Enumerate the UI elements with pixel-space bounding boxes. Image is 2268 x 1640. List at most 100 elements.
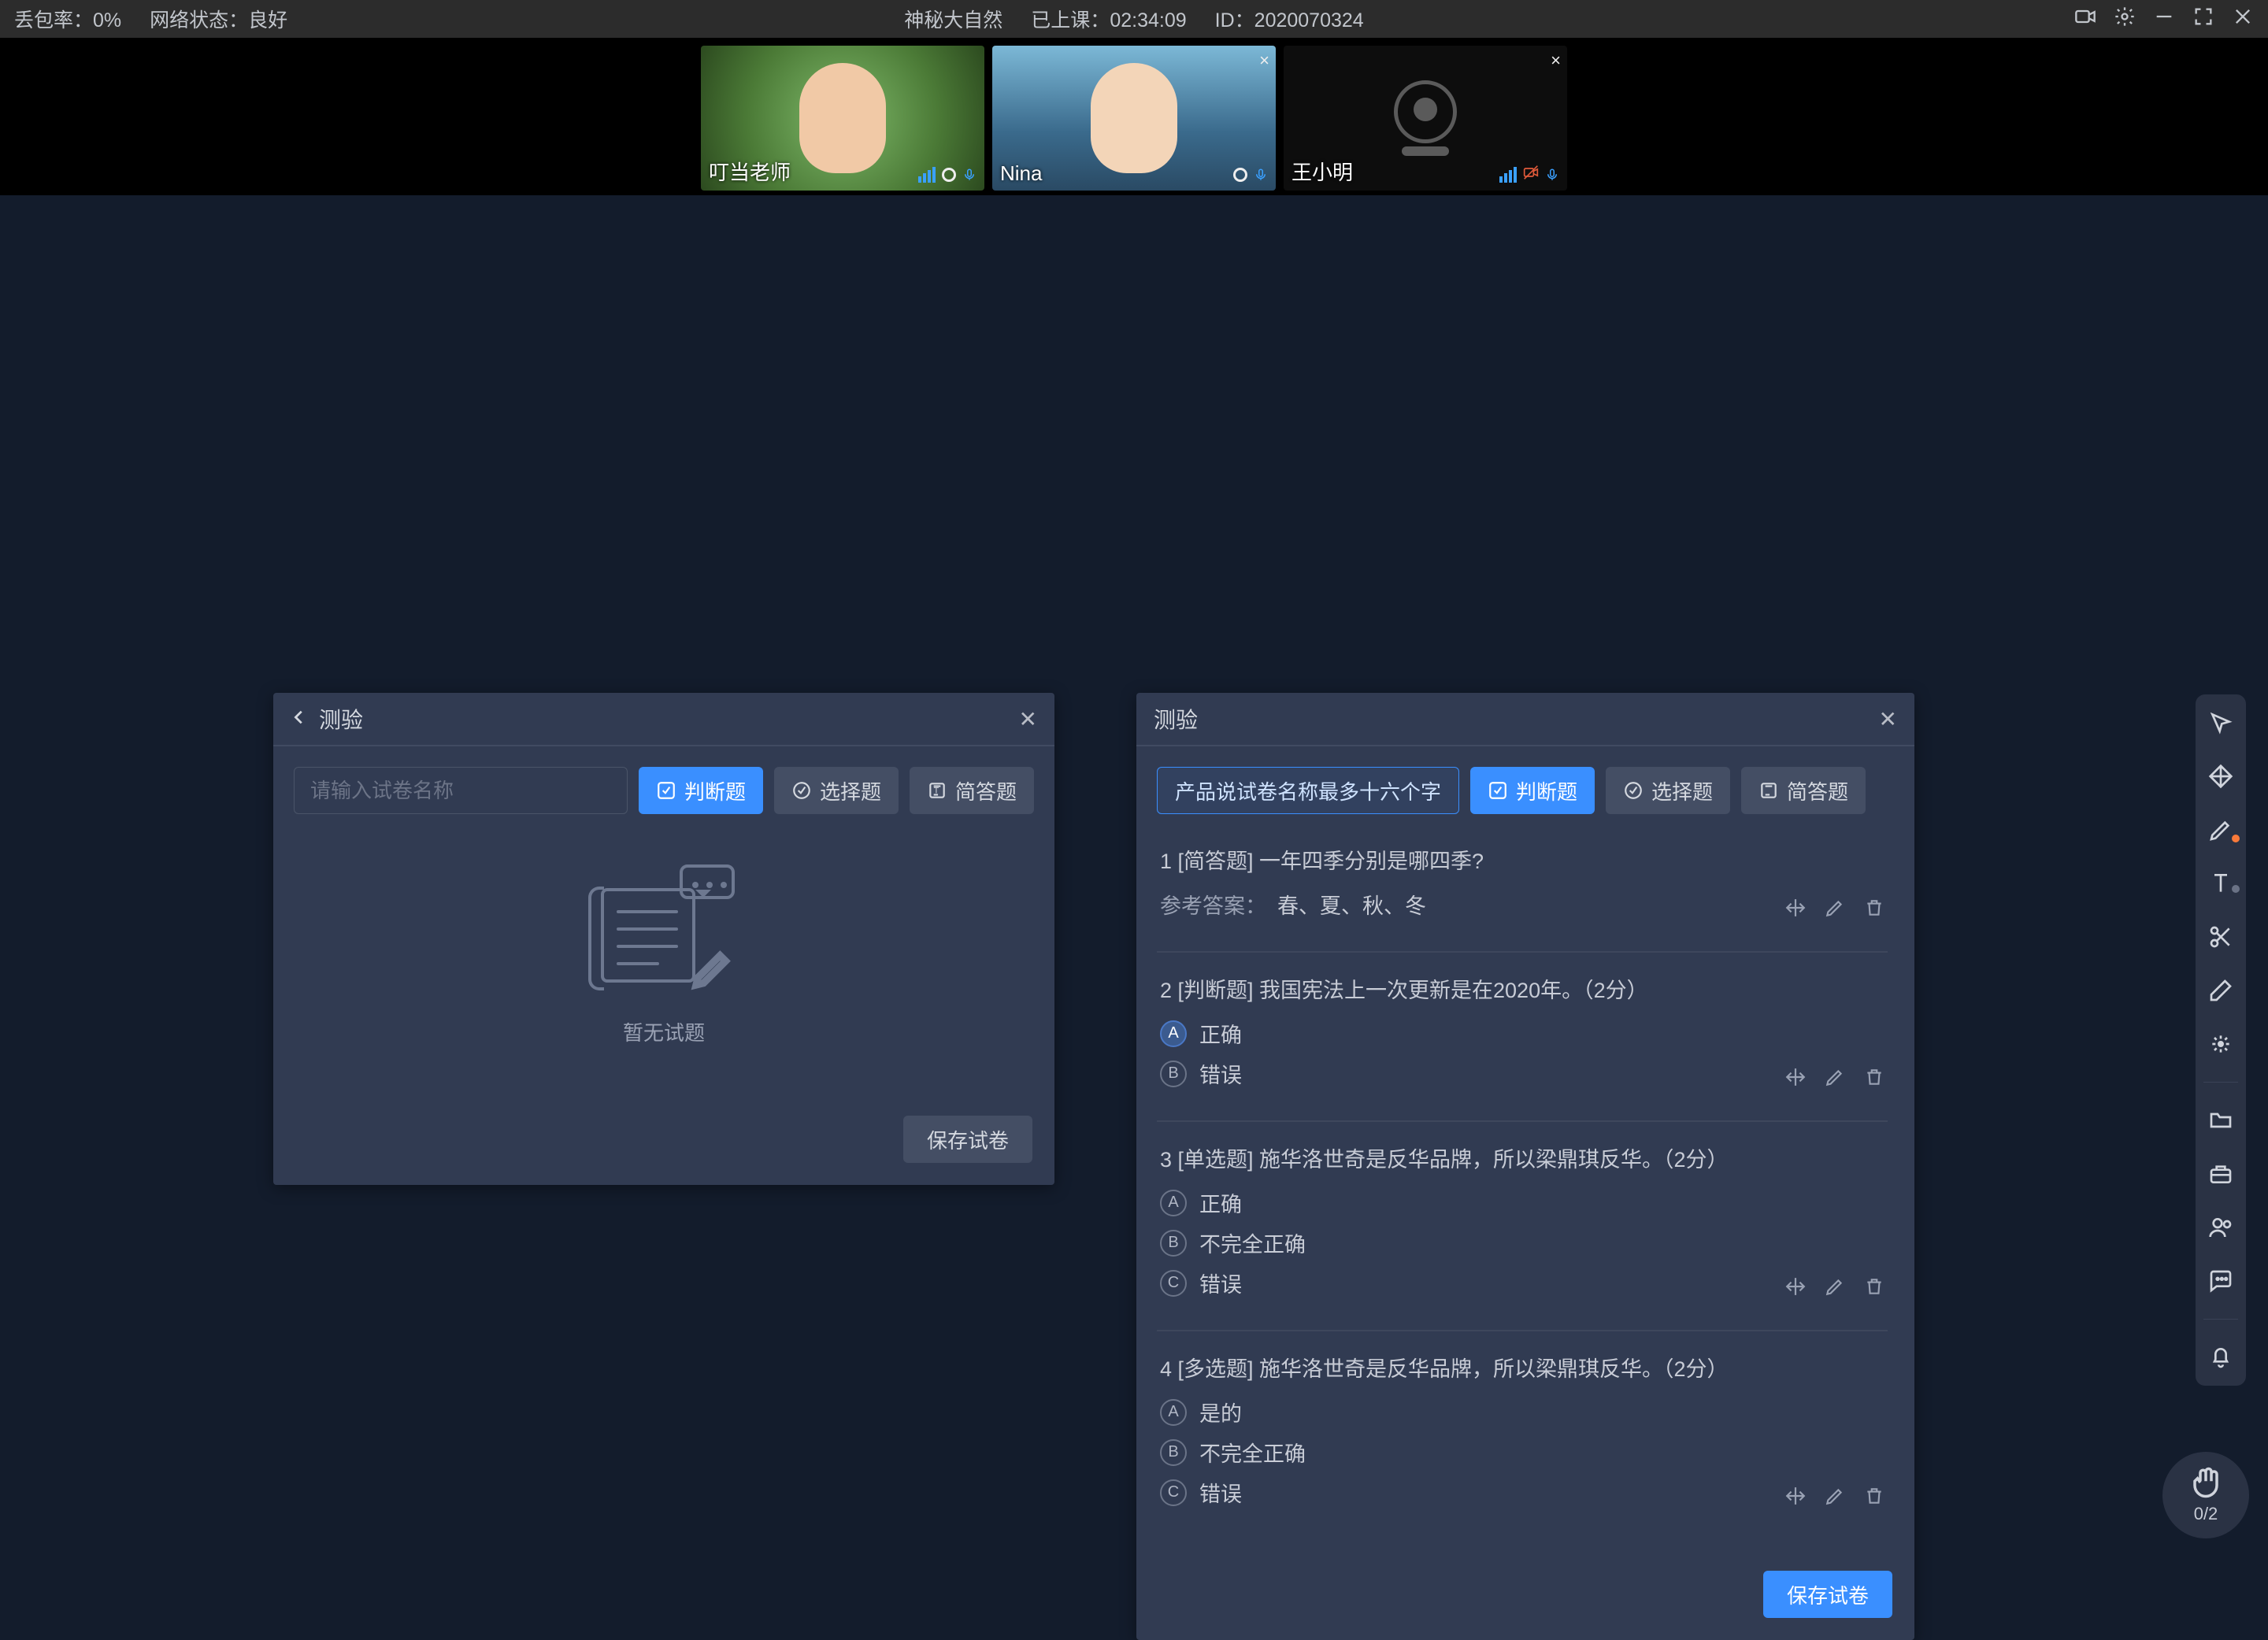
camera-muted-icon <box>1523 165 1539 184</box>
move-icon[interactable] <box>1785 1067 1806 1093</box>
eraser-tool-icon[interactable] <box>2205 975 2236 1006</box>
signal-icon <box>918 167 936 183</box>
option-text: 错误 <box>1199 1268 1242 1298</box>
choice-type-button[interactable]: 选择题 <box>1606 767 1730 814</box>
text-tool-icon[interactable] <box>2205 868 2236 899</box>
folder-icon[interactable] <box>2205 1105 2236 1136</box>
record-icon <box>1233 168 1247 182</box>
scissors-tool-icon[interactable] <box>2205 921 2236 953</box>
option-row[interactable]: B 错误 <box>1160 1058 1242 1089</box>
close-icon[interactable]: × <box>1259 50 1269 71</box>
pen-tool-icon[interactable] <box>2205 814 2236 846</box>
video-tile-student[interactable]: × Nina <box>992 46 1276 191</box>
signal-icon <box>1499 167 1517 183</box>
pointer-tool-icon[interactable] <box>2205 707 2236 739</box>
option-text: 正确 <box>1199 1187 1242 1218</box>
option-label: B <box>1160 1439 1187 1466</box>
participant-name: Nina <box>1000 161 1042 186</box>
edit-icon[interactable] <box>1825 898 1845 924</box>
hand-raise-badge[interactable]: 0/2 <box>2162 1452 2249 1538</box>
option-label: C <box>1160 1479 1187 1506</box>
option-text: 错误 <box>1199 1477 1242 1508</box>
option-label: A <box>1160 1020 1187 1047</box>
close-icon[interactable]: ✕ <box>1879 706 1897 732</box>
save-paper-button[interactable]: 保存试卷 <box>903 1116 1032 1163</box>
mic-icon <box>1254 165 1268 184</box>
chat-icon[interactable] <box>2205 1265 2236 1297</box>
video-tile-camera-off[interactable]: × 王小明 <box>1284 46 1567 191</box>
option-text: 正确 <box>1199 1018 1242 1049</box>
close-icon[interactable]: × <box>1551 50 1561 71</box>
delete-icon[interactable] <box>1864 1067 1884 1093</box>
option-label: A <box>1160 1190 1187 1216</box>
option-text: 不完全正确 <box>1199 1227 1306 1258</box>
short-answer-type-button[interactable]: 简答题 <box>1741 767 1866 814</box>
svg-text:T: T <box>934 786 939 795</box>
edit-icon[interactable] <box>1825 1276 1845 1302</box>
minimize-icon[interactable] <box>2153 6 2175 33</box>
move-icon[interactable] <box>1785 1486 1806 1512</box>
quiz-panel-empty: 测验 ✕ 判断题 选择题 T 简答题 <box>273 693 1054 1185</box>
mic-icon <box>1545 165 1559 184</box>
move-icon[interactable] <box>1785 1276 1806 1302</box>
users-icon[interactable] <box>2205 1212 2236 1243</box>
delete-icon[interactable] <box>1864 1486 1884 1512</box>
toolbox-icon[interactable] <box>2205 1158 2236 1190</box>
elapsed-time: 已上课：02:34:09 <box>1031 5 1186 33</box>
empty-illustration-icon <box>593 864 735 998</box>
panel-title: 测验 <box>1154 703 1198 735</box>
paper-name-display[interactable]: 产品说试卷名称最多十六个字 <box>1157 767 1459 814</box>
option-label: A <box>1160 1399 1187 1426</box>
option-row[interactable]: C 错误 <box>1160 1477 1242 1508</box>
fullscreen-icon[interactable] <box>2192 6 2214 33</box>
option-row[interactable]: A 正确 <box>1160 1187 1884 1218</box>
move-icon[interactable] <box>1785 898 1806 924</box>
option-text: 不完全正确 <box>1199 1437 1306 1468</box>
question-item: 4 [多选题] 施华洛世奇是反华品牌，所以梁鼎琪反华。（2分） A 是的 B 不… <box>1157 1341 1888 1539</box>
delete-icon[interactable] <box>1864 1276 1884 1302</box>
participant-name: 王小明 <box>1292 157 1353 186</box>
laser-tool-icon[interactable] <box>2205 1028 2236 1060</box>
edit-icon[interactable] <box>1825 1067 1845 1093</box>
right-toolbar <box>2196 694 2246 1386</box>
question-title: 1 [简答题] 一年四季分别是哪四季? <box>1160 844 1884 875</box>
question-item: 3 [单选题] 施华洛世奇是反华品牌，所以梁鼎琪反华。（2分） A 正确 B 不… <box>1157 1131 1888 1331</box>
question-list[interactable]: 1 [简答题] 一年四季分别是哪四季? 参考答案：春、夏、秋、冬 2 [判断题]… <box>1157 833 1894 1549</box>
question-item: 2 [判断题] 我国宪法上一次更新是在2020年。（2分） A 正确 B 错误 <box>1157 962 1888 1122</box>
participant-name: 叮当老师 <box>709 157 791 186</box>
delete-icon[interactable] <box>1864 898 1884 924</box>
empty-state: 暂无试题 <box>294 833 1034 1094</box>
save-paper-button[interactable]: 保存试卷 <box>1763 1571 1892 1618</box>
option-row[interactable]: A 是的 <box>1160 1397 1884 1427</box>
record-icon <box>942 168 956 182</box>
bell-icon[interactable] <box>2205 1342 2236 1373</box>
option-text: 错误 <box>1199 1058 1242 1089</box>
question-title: 4 [多选题] 施华洛世奇是反华品牌，所以梁鼎琪反华。（2分） <box>1160 1352 1884 1383</box>
camera-toggle-icon[interactable] <box>2074 6 2096 33</box>
hand-icon <box>2189 1466 2222 1499</box>
back-icon[interactable] <box>291 706 308 731</box>
hand-count: 0/2 <box>2194 1504 2218 1524</box>
option-row[interactable]: B 不完全正确 <box>1160 1227 1884 1258</box>
paper-name-input[interactable] <box>294 767 628 814</box>
settings-icon[interactable] <box>2114 6 2136 33</box>
video-strip: 叮当老师 × Nina × 王小明 <box>0 38 2268 195</box>
close-icon[interactable]: ✕ <box>1019 706 1037 732</box>
session-id: ID：2020070324 <box>1215 5 1364 33</box>
packet-loss: 丢包率：0% <box>14 5 121 33</box>
option-label: C <box>1160 1270 1187 1297</box>
judge-type-button[interactable]: 判断题 <box>639 767 763 814</box>
reference-answer: 参考答案：春、夏、秋、冬 <box>1160 889 1426 920</box>
option-row[interactable]: A 正确 <box>1160 1018 1884 1049</box>
edit-icon[interactable] <box>1825 1486 1845 1512</box>
move-tool-icon[interactable] <box>2205 761 2236 792</box>
choice-type-button[interactable]: 选择题 <box>774 767 899 814</box>
option-row[interactable]: C 错误 <box>1160 1268 1242 1298</box>
option-row[interactable]: B 不完全正确 <box>1160 1437 1884 1468</box>
question-title: 2 [判断题] 我国宪法上一次更新是在2020年。（2分） <box>1160 973 1884 1004</box>
question-item: 1 [简答题] 一年四季分别是哪四季? 参考答案：春、夏、秋、冬 <box>1157 833 1888 953</box>
video-tile-teacher[interactable]: 叮当老师 <box>701 46 984 191</box>
judge-type-button[interactable]: 判断题 <box>1470 767 1595 814</box>
close-icon[interactable] <box>2232 6 2254 33</box>
short-answer-type-button[interactable]: T 简答题 <box>910 767 1034 814</box>
